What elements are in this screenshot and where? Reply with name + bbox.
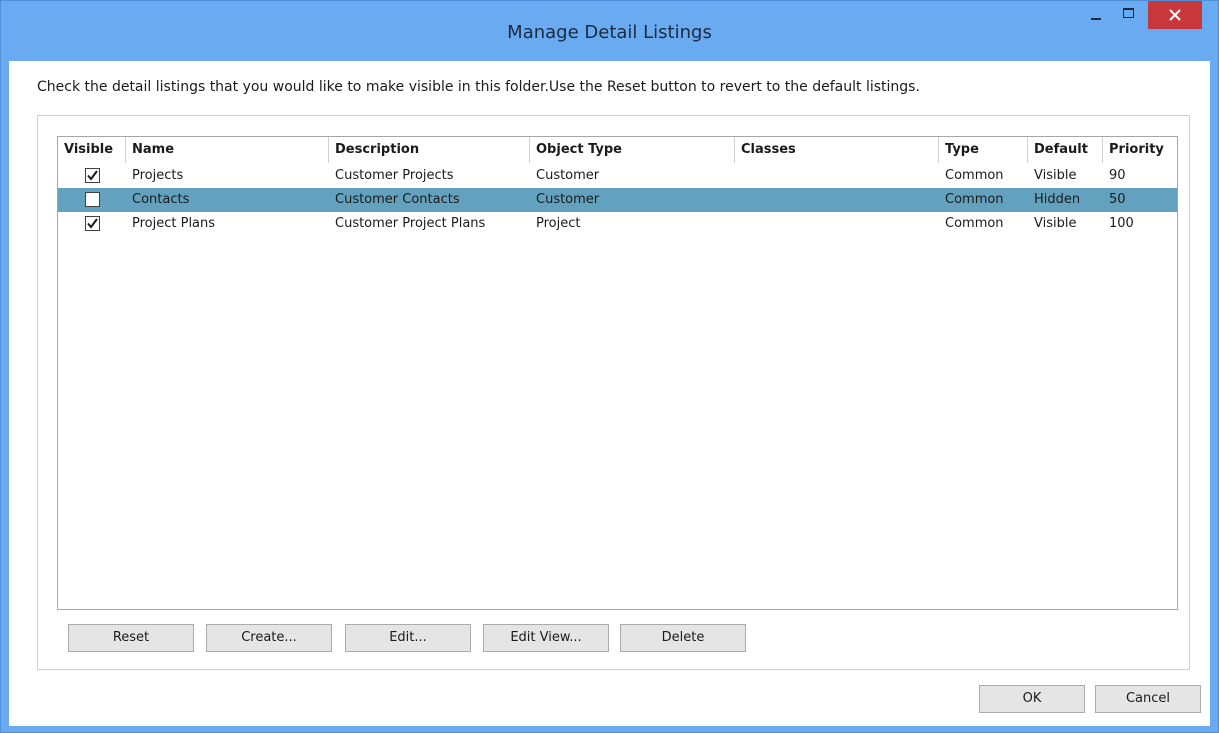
- table-row-selected[interactable]: Contacts Customer Contacts Customer Comm…: [58, 188, 1177, 212]
- visible-checkbox[interactable]: [85, 168, 100, 183]
- column-header-classes[interactable]: Classes: [735, 137, 939, 163]
- instructions-text: Check the detail listings that you would…: [37, 79, 920, 95]
- cell-type: Common: [945, 192, 1004, 207]
- cell-object-type: Customer: [536, 168, 600, 183]
- listings-grid[interactable]: Visible Name Description Object Type Cla…: [57, 136, 1178, 610]
- cell-object-type: Customer: [536, 192, 600, 207]
- cell-default: Visible: [1034, 216, 1077, 231]
- cell-name: Contacts: [132, 192, 190, 207]
- cell-classes: [735, 212, 939, 236]
- cell-description: Customer Projects: [335, 168, 454, 183]
- maximize-icon: [1123, 8, 1134, 18]
- dialog-content: Check the detail listings that you would…: [9, 61, 1210, 726]
- cell-type: Common: [945, 216, 1004, 231]
- cell-name: Project Plans: [132, 216, 216, 231]
- cell-type: Common: [945, 168, 1004, 183]
- dialog-window: Manage Detail Listings Check the detail …: [0, 0, 1219, 733]
- grid-header: Visible Name Description Object Type Cla…: [58, 137, 1177, 163]
- cell-name: Projects: [132, 168, 184, 183]
- cell-object-type: Project: [536, 216, 581, 231]
- minimize-icon: [1091, 18, 1101, 20]
- cell-classes: [735, 188, 939, 212]
- table-row[interactable]: Projects Customer Projects Customer Comm…: [58, 164, 1177, 188]
- maximize-button[interactable]: [1113, 1, 1143, 31]
- cell-priority: 100: [1109, 216, 1134, 231]
- cell-description: Customer Project Plans: [335, 216, 486, 231]
- checkmark-icon: [87, 218, 98, 229]
- visible-checkbox[interactable]: [85, 192, 100, 207]
- table-row[interactable]: Project Plans Customer Project Plans Pro…: [58, 212, 1177, 236]
- cell-description: Customer Contacts: [335, 192, 460, 207]
- edit-button[interactable]: Edit...: [345, 624, 471, 652]
- column-header-type[interactable]: Type: [939, 137, 1028, 163]
- ok-button[interactable]: OK: [979, 685, 1085, 713]
- column-header-object-type[interactable]: Object Type: [530, 137, 735, 163]
- column-header-name[interactable]: Name: [126, 137, 329, 163]
- column-header-default[interactable]: Default: [1028, 137, 1103, 163]
- visible-checkbox[interactable]: [85, 216, 100, 231]
- reset-button[interactable]: Reset: [68, 624, 194, 652]
- edit-view-button[interactable]: Edit View...: [483, 624, 609, 652]
- cell-priority: 50: [1109, 192, 1126, 207]
- cell-classes: [735, 164, 939, 188]
- checkmark-icon: [87, 170, 98, 181]
- window-title: Manage Detail Listings: [507, 22, 712, 43]
- column-header-visible[interactable]: Visible: [58, 137, 126, 163]
- delete-button[interactable]: Delete: [620, 624, 746, 652]
- listings-group: Visible Name Description Object Type Cla…: [37, 115, 1190, 670]
- cell-default: Hidden: [1034, 192, 1081, 207]
- cell-priority: 90: [1109, 168, 1126, 183]
- cell-default: Visible: [1034, 168, 1077, 183]
- close-icon: [1169, 9, 1181, 21]
- column-header-description[interactable]: Description: [329, 137, 530, 163]
- title-bar[interactable]: Manage Detail Listings: [1, 1, 1218, 61]
- column-header-priority[interactable]: Priority: [1103, 137, 1177, 163]
- minimize-button[interactable]: [1081, 1, 1111, 31]
- cancel-button[interactable]: Cancel: [1095, 685, 1201, 713]
- close-button[interactable]: [1148, 1, 1202, 29]
- create-button[interactable]: Create...: [206, 624, 332, 652]
